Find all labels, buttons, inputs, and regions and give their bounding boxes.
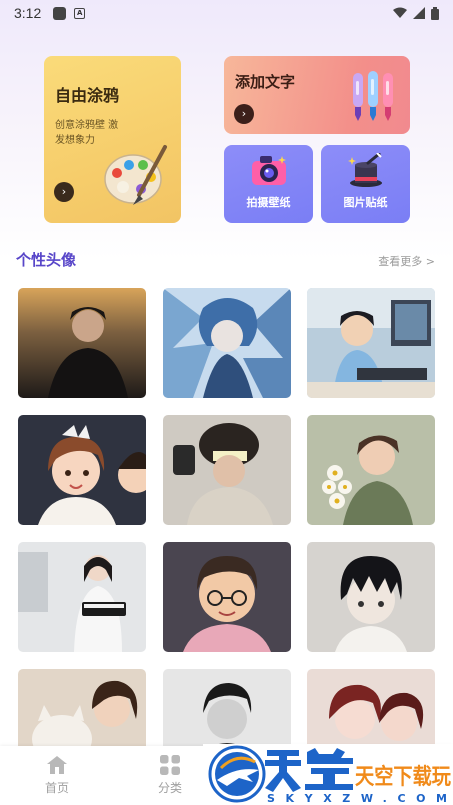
grid-icon	[160, 755, 180, 775]
avatar-image	[307, 415, 435, 525]
battery-icon	[431, 6, 439, 20]
avatar-tile[interactable]	[163, 415, 291, 525]
avatar-tile[interactable]	[307, 415, 435, 525]
avatar-image	[163, 542, 291, 652]
nav-home[interactable]: 首页	[27, 754, 87, 796]
status-bar: 3:12 A	[0, 0, 453, 26]
avatar-tile[interactable]	[307, 288, 435, 398]
free-doodle-title: 自由涂鸦	[55, 86, 120, 105]
add-text-card[interactable]: 添加文字 ›	[224, 56, 410, 134]
avatar-image	[163, 415, 291, 525]
home-icon	[47, 756, 67, 774]
add-text-arrow-button[interactable]: ›	[234, 104, 254, 124]
avatar-image	[307, 542, 435, 652]
paint-palette-icon	[104, 145, 167, 205]
status-time: 3:12	[14, 5, 42, 21]
avatar-image	[18, 288, 146, 398]
avatar-image	[18, 542, 146, 652]
avatar-image	[307, 288, 435, 398]
avatar-tile[interactable]	[163, 669, 291, 746]
avatar-tile[interactable]	[163, 542, 291, 652]
free-doodle-card[interactable]: 自由涂鸦 创意涂鸦壁 激发想象力 ›	[44, 56, 181, 223]
nav-home-label: 首页	[44, 781, 69, 795]
avatar-image	[307, 669, 435, 746]
avatar-tile[interactable]	[18, 542, 146, 652]
wifi-icon	[393, 7, 407, 18]
image-sticker-card[interactable]: 图片贴纸	[321, 145, 410, 223]
free-doodle-arrow-button[interactable]: ›	[54, 182, 74, 202]
photo-wallpaper-card[interactable]: 拍摄壁纸	[224, 145, 313, 223]
watermark-logo: 天空下载玩 SKYXZW.COM	[203, 744, 453, 805]
avatar-tile[interactable]	[18, 288, 146, 398]
add-text-title: 添加文字	[235, 73, 296, 91]
image-sticker-label: 图片贴纸	[343, 196, 388, 209]
app-notification-icon: A	[74, 7, 86, 19]
nav-category[interactable]: 分类	[140, 754, 200, 796]
watermark-text: 天空下载玩	[355, 764, 451, 790]
avatar-image	[18, 669, 146, 746]
view-more-link[interactable]: 查看更多 >	[378, 253, 435, 269]
avatar-tile[interactable]	[18, 669, 146, 746]
avatar-grid	[18, 288, 435, 746]
avatar-tile[interactable]	[307, 669, 435, 746]
avatar-tile[interactable]	[18, 415, 146, 525]
notification-icon	[53, 6, 67, 20]
markers-icon	[353, 71, 393, 121]
photo-wallpaper-label: 拍摄壁纸	[246, 196, 291, 209]
avatar-image	[18, 415, 146, 525]
avatar-image	[163, 669, 291, 746]
signal-icon	[413, 7, 425, 19]
avatar-tile[interactable]	[307, 542, 435, 652]
magic-hat-icon	[347, 153, 382, 187]
avatar-tile[interactable]	[163, 288, 291, 398]
section-title: 个性头像	[16, 251, 77, 269]
camera-icon	[251, 156, 286, 185]
nav-category-label: 分类	[157, 781, 182, 795]
avatar-image	[163, 288, 291, 398]
